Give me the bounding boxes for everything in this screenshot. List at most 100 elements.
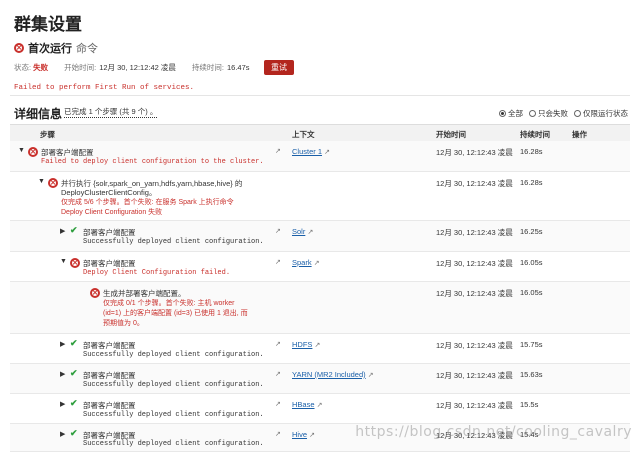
- error-icon: ✕: [28, 147, 38, 157]
- duration: 15.63s: [520, 370, 543, 379]
- details-title: 详细信息: [14, 107, 63, 121]
- external-link-icon: ↗: [367, 372, 374, 379]
- external-link-icon: ↗: [324, 149, 330, 156]
- table-row: ▼ ✕ 并行执行 {solr,spark_on_yarn,hdfs,yarn,h…: [10, 172, 630, 221]
- step-title: 部署客户端配置: [83, 228, 136, 237]
- check-icon: ✔: [70, 368, 78, 378]
- external-link-icon: ↗: [309, 432, 315, 439]
- step-message: Successfully deployed client configurati…: [83, 411, 264, 419]
- col-duration: 持续时间: [520, 130, 550, 139]
- start-value: 12月 30, 12:12:42 凌晨: [99, 63, 176, 72]
- check-icon: ✔: [70, 398, 78, 408]
- failure-message: Failed to perform First Run of services.: [14, 84, 195, 92]
- col-actions: 操作: [572, 130, 587, 139]
- check-icon: ✔: [70, 225, 78, 235]
- error-icon: ✕: [48, 178, 58, 188]
- filter-all[interactable]: 全部: [499, 108, 523, 119]
- context-link-label: YARN (MR2 Included): [292, 370, 366, 379]
- step-title: 部署客户端配置: [83, 371, 136, 380]
- start-time: 12月 30, 12:12:43 凌晨: [436, 289, 513, 298]
- chevron-right-icon[interactable]: ▶: [60, 227, 65, 235]
- context-link[interactable]: Solr ↗: [292, 227, 313, 236]
- error-icon: ✕: [14, 43, 24, 53]
- step-message: Deploy Client Configuration failed.: [83, 269, 231, 277]
- external-link-icon[interactable]: ↗: [275, 430, 281, 438]
- external-link-icon: ↗: [314, 342, 321, 349]
- external-link-icon: ↗: [316, 402, 323, 409]
- error-icon: ✕: [90, 288, 100, 298]
- command-type: 命令: [76, 43, 98, 55]
- context-link[interactable]: Cluster 1 ↗: [292, 147, 330, 156]
- step-message: Successfully deployed client configurati…: [83, 351, 264, 359]
- duration: 16.05s: [520, 288, 543, 297]
- step-message: 仅完成 0/1 个步骤。首个失败: 主机 worker: [103, 300, 235, 307]
- status-label: 状态:: [14, 63, 32, 72]
- table-row: ▼ ✕ 部署客户端配置 Failed to deploy client conf…: [10, 141, 630, 172]
- context-link[interactable]: Spark ↗: [292, 258, 320, 267]
- context-link[interactable]: Hive ↗: [292, 430, 315, 439]
- external-link-icon[interactable]: ↗: [275, 227, 281, 235]
- duration: 16.28s: [520, 147, 543, 156]
- step-message-cont: (id=1) 上的客户端配置 (id=3) 已使用 1 退出, 而: [103, 310, 248, 317]
- chevron-down-icon[interactable]: ▼: [18, 147, 25, 154]
- step-title: 部署客户端配置: [83, 259, 136, 268]
- radio-icon: [574, 110, 581, 117]
- col-step: 步骤: [40, 130, 55, 139]
- retry-button[interactable]: 重试: [264, 60, 294, 75]
- chevron-down-icon[interactable]: ▼: [38, 178, 45, 185]
- external-link-icon[interactable]: ↗: [275, 370, 281, 378]
- page-title: 群集设置: [14, 15, 82, 34]
- duration-label: 持续时间:: [191, 63, 224, 72]
- external-link-icon[interactable]: ↗: [275, 400, 281, 408]
- chevron-down-icon[interactable]: ▼: [60, 258, 67, 265]
- context-link-label: Cluster 1: [292, 147, 323, 156]
- duration: 16.25s: [520, 227, 543, 236]
- context-link-label: Spark: [292, 258, 312, 267]
- step-message: Successfully deployed client configurati…: [83, 238, 264, 246]
- start-time: 12月 30, 12:12:43 凌晨: [436, 341, 513, 350]
- filter-running-label: 仅限运行状态: [583, 109, 628, 118]
- chevron-right-icon[interactable]: ▶: [60, 400, 65, 408]
- filter-running-only[interactable]: 仅限运行状态: [574, 108, 628, 119]
- col-context: 上下文: [292, 130, 315, 139]
- context-link[interactable]: HDFS ↗: [292, 340, 320, 349]
- external-link-icon[interactable]: ↗: [275, 147, 281, 155]
- step-message: Successfully deployed client configurati…: [83, 440, 264, 448]
- step-title: 部署客户端配置: [41, 148, 94, 157]
- check-icon: ✔: [70, 428, 78, 438]
- external-link-icon[interactable]: ↗: [275, 258, 281, 266]
- start-time: 12月 30, 12:12:43 凌晨: [436, 179, 513, 188]
- chevron-right-icon[interactable]: ▶: [60, 430, 65, 438]
- duration: 15.5s: [520, 400, 539, 409]
- context-link-label: HDFS: [292, 340, 313, 349]
- command-name: 首次运行: [28, 43, 72, 55]
- duration: 15.75s: [520, 340, 543, 349]
- table-row: ▶ ✔ 部署客户端配置 Successfully deployed client…: [10, 364, 630, 394]
- table-row: ▶ ✔ 部署客户端配置 Successfully deployed client…: [10, 394, 630, 424]
- step-message: Failed to deploy client configuration to…: [41, 158, 264, 166]
- step-message-cont2: 预期值为 0。: [103, 320, 144, 327]
- start-time: 12月 30, 12:12:43 凌晨: [436, 371, 513, 380]
- check-icon: ✔: [70, 338, 78, 348]
- start-time: 12月 30, 12:12:43 凌晨: [436, 228, 513, 237]
- col-start: 开始时间: [436, 130, 466, 139]
- progress-link[interactable]: 已完成 1 个步骤 (共 9 个) 。: [64, 106, 158, 118]
- external-link-icon[interactable]: ↗: [275, 340, 281, 348]
- divider: [10, 95, 630, 96]
- filter-radio-group: 全部 只会失败 仅限运行状态: [499, 108, 628, 119]
- duration: 16.28s: [520, 178, 543, 187]
- table-row: ▶ ✔ 部署客户端配置 Successfully deployed client…: [10, 334, 630, 364]
- context-link-label: HBase: [292, 400, 315, 409]
- context-link[interactable]: HBase ↗: [292, 400, 322, 409]
- filter-failed-label: 只会失败: [538, 109, 568, 118]
- context-link-label: Solr: [292, 227, 306, 236]
- radio-icon: [529, 110, 536, 117]
- chevron-right-icon[interactable]: ▶: [60, 340, 65, 348]
- external-link-icon: ↗: [307, 229, 314, 236]
- filter-failed-only[interactable]: 只会失败: [529, 108, 568, 119]
- duration: 16.05s: [520, 258, 543, 267]
- table-row: ▶ ✔ 部署客户端配置 Successfully deployed client…: [10, 221, 630, 252]
- duration-value: 16.47s: [227, 63, 250, 72]
- chevron-right-icon[interactable]: ▶: [60, 370, 65, 378]
- context-link[interactable]: YARN (MR2 Included) ↗: [292, 370, 374, 379]
